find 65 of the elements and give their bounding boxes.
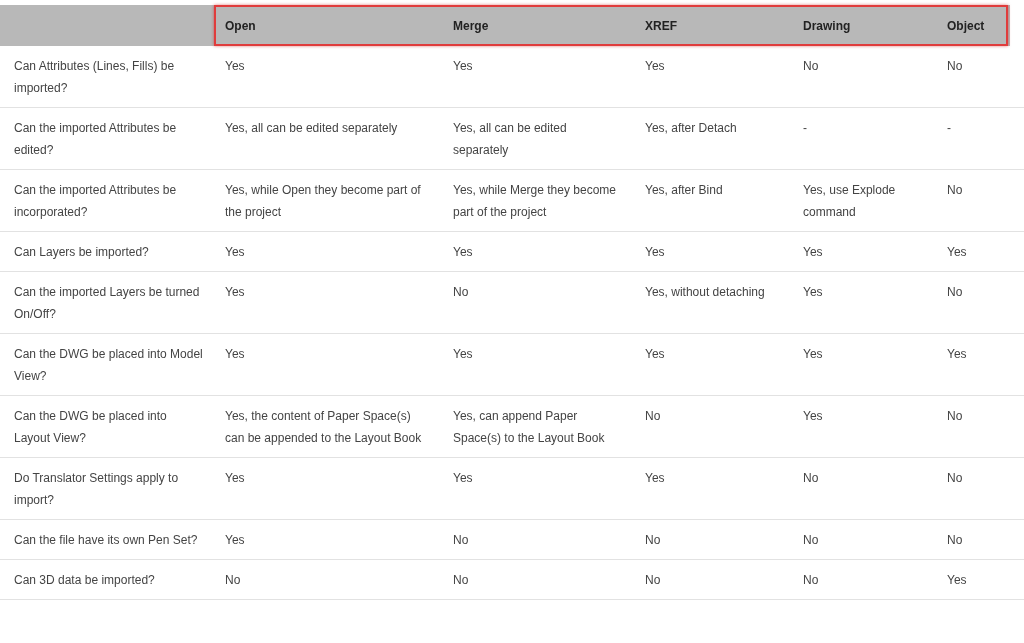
table-cell-text: - [802, 120, 808, 137]
table-cell-text: Yes [946, 346, 968, 363]
table-cell-text: Yes, after Bind [644, 182, 724, 199]
table-cell-text: Yes, while Merge they become part of the project [452, 182, 617, 221]
table-cell-text: No [946, 408, 964, 425]
table-cell-text: Yes, without detaching [644, 284, 766, 301]
question-cell-text: Can the DWG be placed into Layout View? [13, 408, 168, 447]
question-cell-text: Can the imported Attributes be incorporated? [13, 182, 178, 221]
table-cell-text: Yes [946, 572, 968, 589]
question-cell-text: Can the DWG be placed into Model View? [13, 346, 204, 385]
table-cell-text: Yes [224, 470, 246, 487]
table-cell-text: Yes [802, 244, 824, 261]
table-cell-text: Yes [452, 58, 474, 75]
table-cell-text: Yes [644, 244, 666, 261]
column-header: Open [224, 17, 257, 35]
table-cell-text: No [946, 182, 964, 199]
table-cell-text: No [452, 572, 470, 589]
table-cell-text: Yes [224, 346, 246, 363]
table-cell-text: Yes, all can be edited separately [224, 120, 399, 137]
table-cell-text: Yes [802, 346, 824, 363]
table-cell-text: Yes, the content of Paper Space(s) can be appended to the Layout Book [224, 408, 423, 447]
table-cell-text: Yes [802, 408, 824, 425]
table-cell-text: Yes, can append Paper Space(s) to the Layout Book [452, 408, 606, 447]
table-cell-text: Yes [644, 470, 666, 487]
table-cell-text: Yes [644, 58, 666, 75]
table-cell-text: Yes, all can be edited separately [452, 120, 568, 159]
table-cell-text: No [946, 284, 964, 301]
table-cell-text: Yes [946, 244, 968, 261]
question-cell-text: Can Attributes (Lines, Fills) be imported? [13, 58, 176, 97]
table-cell-text: Yes [224, 532, 246, 549]
table-cell-text: Yes [452, 244, 474, 261]
table-cell-text: - [946, 120, 952, 137]
table-cell-text: No [802, 572, 820, 589]
table-cell-text: No [946, 532, 964, 549]
table-cell-text: No [644, 408, 662, 425]
table-cell-text: No [802, 470, 820, 487]
table-cell-text: No [946, 470, 964, 487]
table-cell-text: Yes [452, 346, 474, 363]
column-header: XREF [644, 17, 678, 35]
table-cell-text: No [224, 572, 242, 589]
table-cell-text: Yes [224, 284, 246, 301]
table-cell-text: No [802, 532, 820, 549]
table-cell-text: Yes [452, 470, 474, 487]
table-cell-text: No [452, 532, 470, 549]
question-cell-text: Can 3D data be imported? [13, 572, 156, 589]
column-header: Drawing [802, 17, 852, 35]
table-cell-text: Yes, while Open they become part of the project [224, 182, 422, 221]
table-cell-text: No [452, 284, 470, 301]
table-cell-text: Yes [644, 346, 666, 363]
question-cell-text: Can the imported Attributes be edited? [13, 120, 178, 159]
question-cell-text: Do Translator Settings apply to import? [13, 470, 180, 509]
table-cell-text: No [802, 58, 820, 75]
question-cell-text: Can the imported Layers be turned On/Off? [13, 284, 201, 323]
table-cell-text: No [644, 532, 662, 549]
question-cell-text: Can the file have its own Pen Set? [13, 532, 199, 549]
table-cell-text: Yes [224, 244, 246, 261]
question-cell-text: Can Layers be imported? [13, 244, 150, 261]
column-header: Merge [452, 17, 490, 35]
column-header: Object [946, 17, 986, 35]
table-cell-text: Yes, use Explode command [802, 182, 897, 221]
table-cell-text: Yes [802, 284, 824, 301]
table-cell-text: Yes, after Detach [644, 120, 738, 137]
table-cell-text: No [644, 572, 662, 589]
table-cell-text: No [946, 58, 964, 75]
table-cell-text: Yes [224, 58, 246, 75]
